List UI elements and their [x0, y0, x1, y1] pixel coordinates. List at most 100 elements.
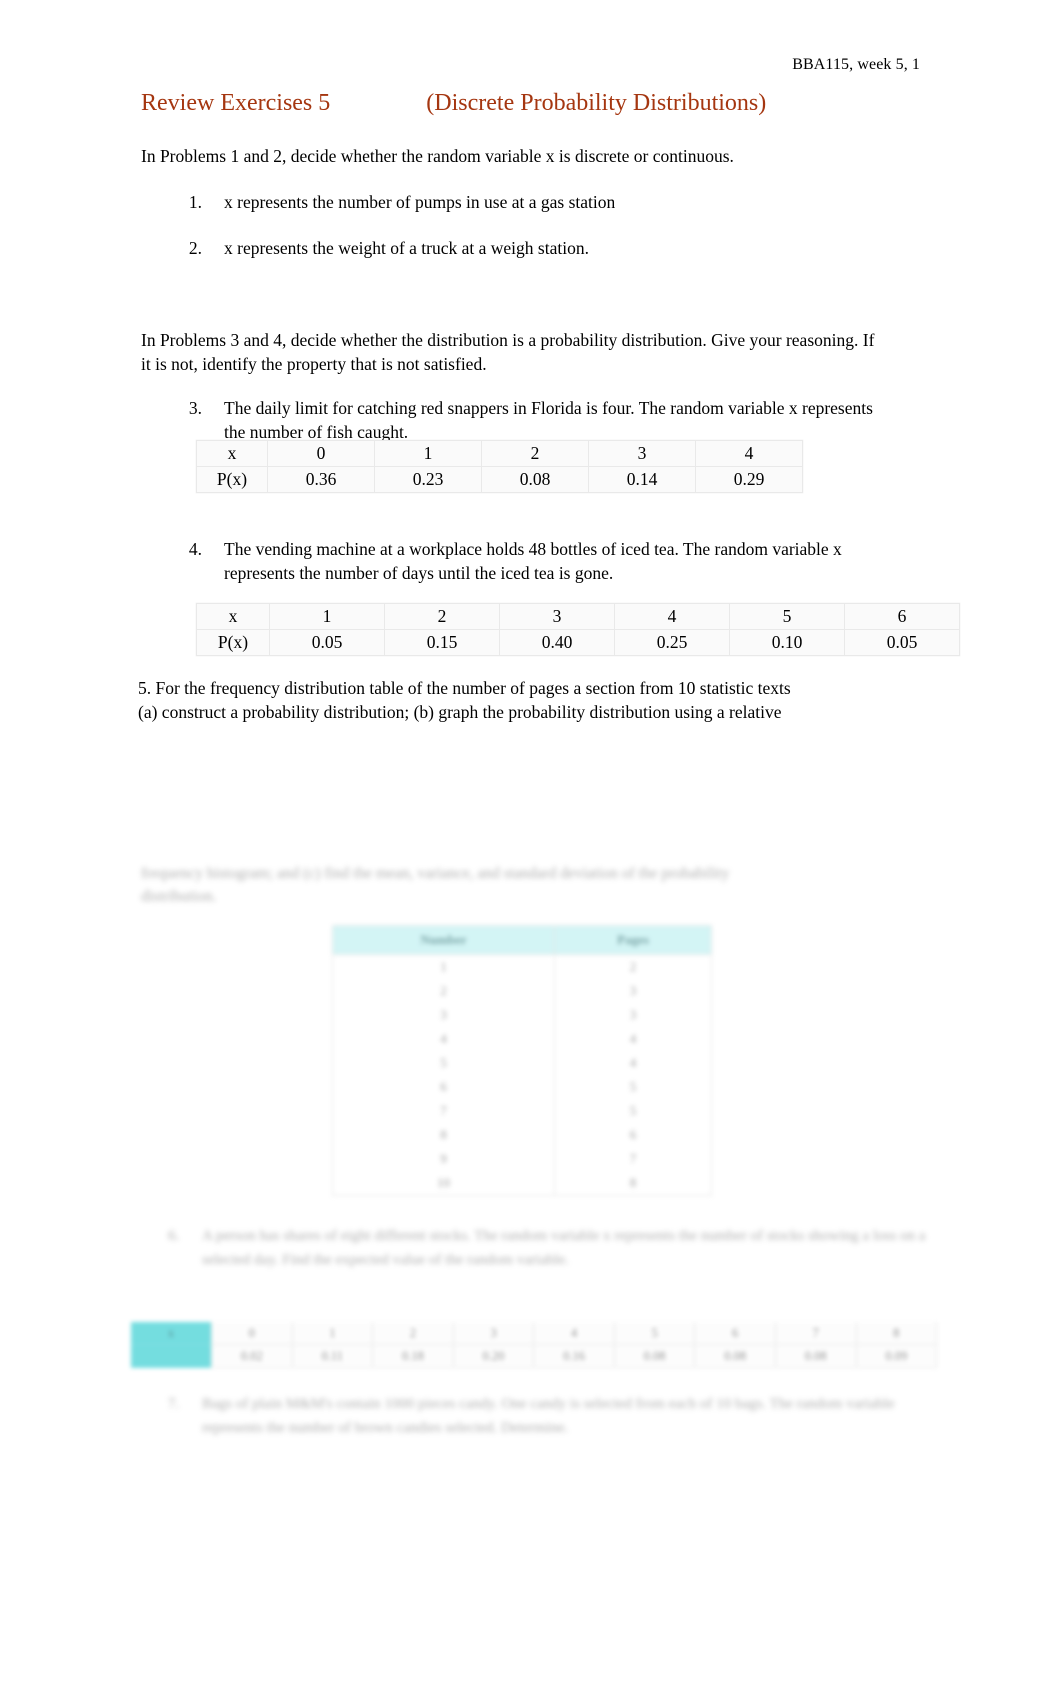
table-cell: 7 — [554, 1147, 712, 1171]
strip-x-value: 5 — [614, 1322, 695, 1345]
list-item-text: The vending machine at a workplace holds… — [224, 539, 842, 584]
table-cell: 3 — [588, 440, 696, 467]
table-cell: 8 — [554, 1171, 712, 1196]
table-row: 9 7 — [331, 1147, 712, 1171]
strip-label-column: x — [131, 1322, 212, 1368]
table-cell: 6 — [844, 603, 960, 630]
list-item: 3. The daily limit for catching red snap… — [168, 396, 888, 444]
table-row: 1 2 — [331, 954, 712, 979]
list-item: 2. x represents the weight of a truck at… — [168, 236, 928, 260]
list-item-number: 3. — [188, 398, 202, 418]
table-cell: 0.10 — [729, 629, 845, 656]
strip-column: 4 0.16 — [534, 1322, 615, 1368]
table-row: x 0 1 2 3 4 — [196, 440, 803, 467]
list-item-number: 7. — [168, 1396, 180, 1412]
strip-column: 3 0.20 — [453, 1322, 535, 1368]
table-cell: 4 — [695, 440, 803, 467]
page-title: Review Exercises 5 (Discrete Probability… — [141, 90, 766, 117]
table-cell: 5 — [729, 603, 845, 630]
table-cell: 1 — [331, 954, 556, 979]
table-header-row: Number Pages — [331, 925, 712, 955]
table-cell: 0.25 — [614, 629, 730, 656]
page-title-main: Review Exercises 5 — [141, 90, 331, 116]
list-item-text: x represents the weight of a truck at a … — [224, 238, 589, 258]
table-row: 3 3 — [331, 1003, 712, 1027]
item5-line2: (a) construct a probability distribution… — [138, 702, 782, 722]
list-item-text: A person has shares of eight different s… — [202, 1228, 926, 1269]
blurred-probability-strip: x 0 0.02 1 0.11 2 0.18 3 0.20 4 0.16 5 0… — [131, 1322, 938, 1368]
blurred-list-item-7: 7. Bags of plain M&M's contain 1000 piec… — [168, 1392, 928, 1441]
strip-x-value: 8 — [856, 1322, 937, 1345]
table-cell: 7 — [331, 1099, 556, 1123]
table-cell: 4 — [554, 1027, 712, 1051]
table-cell: 10 — [331, 1171, 556, 1196]
intro-problems-3-4: In Problems 3 and 4, decide whether the … — [141, 330, 875, 375]
table-row: 8 6 — [331, 1123, 712, 1147]
list-item-number: 6. — [168, 1228, 180, 1244]
intro-problems-1-2: In Problems 1 and 2, decide whether the … — [141, 146, 734, 166]
strip-p-value: 0.11 — [292, 1345, 373, 1368]
strip-x-value: 4 — [534, 1322, 614, 1345]
row-label: P(x) — [196, 466, 268, 493]
table-cell: 0.36 — [267, 466, 375, 493]
table-cell: 0.40 — [499, 629, 615, 656]
strip-p-value: 0.16 — [534, 1345, 614, 1368]
row-label: x — [196, 603, 270, 630]
table-cell: 9 — [331, 1147, 556, 1171]
list-item: 4. The vending machine at a workplace ho… — [168, 537, 913, 585]
strip-p-value: 0.02 — [212, 1345, 292, 1368]
table-cell: 5 — [331, 1051, 556, 1075]
table-cell: 0.15 — [384, 629, 500, 656]
strip-label: x — [131, 1322, 211, 1345]
list-item-number: 4. — [188, 539, 202, 559]
table-cell: 1 — [374, 440, 482, 467]
strip-x-value: 1 — [292, 1322, 373, 1345]
column-header-number: Number — [331, 925, 556, 955]
table-row: P(x) 0.05 0.15 0.40 0.25 0.10 0.05 — [196, 629, 960, 656]
table-row: P(x) 0.36 0.23 0.08 0.14 0.29 — [196, 466, 803, 493]
document-page: BBA115, week 5, 1 Review Exercises 5 (Di… — [0, 0, 1062, 1691]
list-item-text: Bags of plain M&M's contain 1000 pieces … — [202, 1396, 895, 1437]
table-cell: 8 — [331, 1123, 556, 1147]
table-cell: 0.05 — [269, 629, 385, 656]
list-item-number: 1. — [188, 192, 202, 212]
table-cell: 2 — [384, 603, 500, 630]
blurred-frequency-table: Number Pages 1 2 2 3 3 3 4 4 5 4 6 5 7 5 — [331, 925, 712, 1196]
strip-x-value: 6 — [695, 1322, 775, 1345]
strip-column: 8 0.09 — [856, 1322, 938, 1368]
probability-table-item4: x 1 2 3 4 5 6 P(x) 0.05 0.15 0.40 0.25 0… — [196, 603, 960, 656]
table-cell: 1 — [269, 603, 385, 630]
table-cell: 2 — [554, 954, 712, 979]
strip-p-value: 0.08 — [614, 1345, 695, 1368]
table-cell: 2 — [481, 440, 589, 467]
table-row: x 1 2 3 4 5 6 — [196, 603, 960, 630]
table-cell: 3 — [554, 1003, 712, 1027]
table-row: 5 4 — [331, 1051, 712, 1075]
strip-p-value: 0.08 — [775, 1345, 856, 1368]
strip-label-px — [131, 1345, 211, 1368]
table-cell: 4 — [614, 603, 730, 630]
strip-p-value: 0.18 — [373, 1345, 453, 1368]
page-title-subtitle: (Discrete Probability Distributions) — [426, 90, 767, 116]
table-cell: 0.23 — [374, 466, 482, 493]
item5-line1: 5. For the frequency distribution table … — [138, 678, 791, 698]
table-cell: 4 — [331, 1027, 556, 1051]
list-item-text: The daily limit for catching red snapper… — [224, 398, 873, 443]
row-label: P(x) — [196, 629, 270, 656]
blurred-note-line2: distribution. — [141, 888, 217, 906]
table-cell: 0.14 — [588, 466, 696, 493]
table-row: 7 5 — [331, 1099, 712, 1123]
blurred-list-item-6: 6. A person has shares of eight differen… — [168, 1224, 928, 1273]
table-cell: 0 — [267, 440, 375, 467]
table-cell: 6 — [554, 1123, 712, 1147]
table-cell: 3 — [499, 603, 615, 630]
table-cell: 6 — [331, 1075, 556, 1099]
strip-column: 1 0.11 — [292, 1322, 374, 1368]
blurred-note-line1: frequency histogram; and (c) find the me… — [141, 865, 730, 882]
blurred-note: frequency histogram; and (c) find the me… — [141, 862, 901, 909]
table-row: 6 5 — [331, 1075, 712, 1099]
table-cell: 3 — [554, 979, 712, 1003]
strip-x-value: 2 — [373, 1322, 453, 1345]
strip-x-value: 3 — [453, 1322, 534, 1345]
document-header: BBA115, week 5, 1 — [792, 56, 920, 73]
